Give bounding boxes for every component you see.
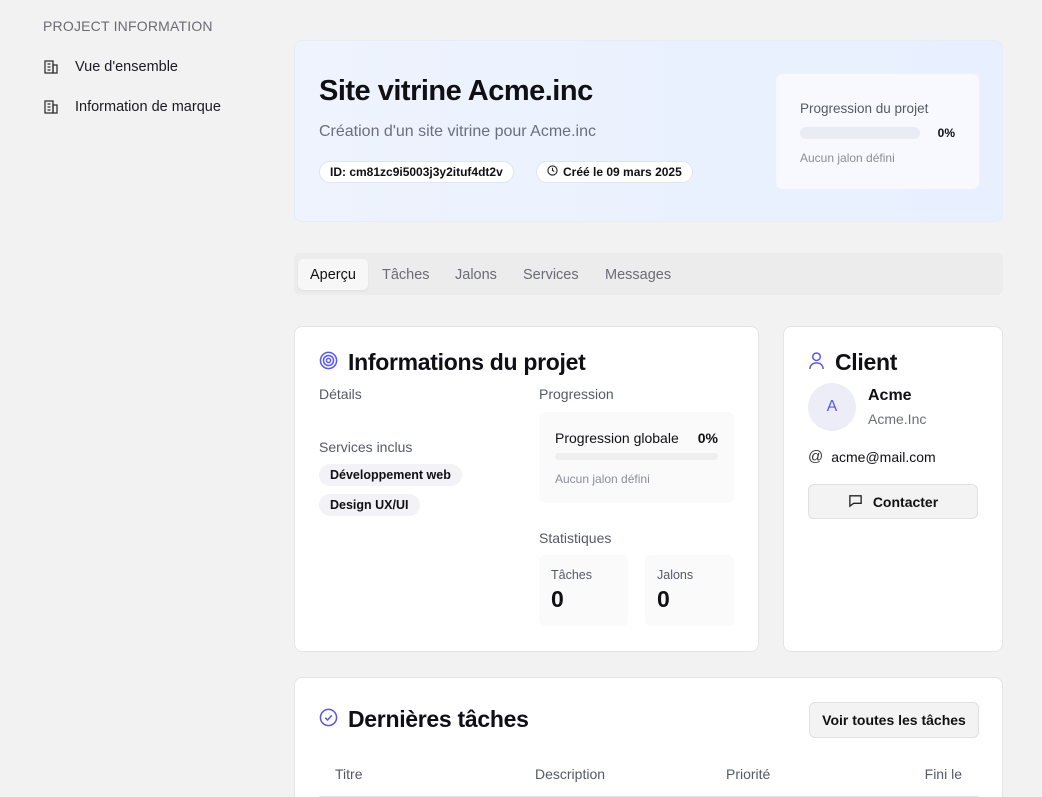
created-date-badge: Créé le 09 mars 2025 <box>536 161 693 183</box>
tab-overview[interactable]: Aperçu <box>298 259 368 290</box>
service-chip: Design UX/UI <box>319 494 420 516</box>
clock-icon <box>547 165 558 179</box>
global-progress-percent: 0% <box>697 430 718 446</box>
building-icon <box>43 99 59 115</box>
sidebar-item-brand[interactable]: Information de marque <box>43 99 221 115</box>
column-header-title: Titre <box>335 766 363 782</box>
project-info-card: Informations du projet Détails Services … <box>294 326 759 652</box>
sidebar-item-overview[interactable]: Vue d'ensemble <box>43 59 178 75</box>
stat-milestones: Jalons 0 <box>645 555 734 626</box>
sidebar-item-label: Information de marque <box>75 99 221 115</box>
avatar-initial: A <box>826 398 838 415</box>
contact-label: Contacter <box>872 493 939 510</box>
latest-tasks-title-text: Dernières tâches <box>348 706 529 732</box>
project-id-label: ID: cm81zc9i5003j3y2ituf4dt2v <box>330 165 503 179</box>
column-header-description: Description <box>535 766 606 782</box>
client-card: Client A Acme Acme.Inc @ acme@mail.com C… <box>783 326 1003 652</box>
services-label: Services inclus <box>319 439 413 455</box>
tab-messages[interactable]: Messages <box>593 259 683 290</box>
latest-tasks-title: Dernières tâches <box>319 706 529 733</box>
target-icon <box>319 349 338 376</box>
client-company: Acme.Inc <box>868 411 927 427</box>
contact-button[interactable]: Contacter <box>808 484 978 519</box>
tab-tasks[interactable]: Tâches <box>370 259 442 290</box>
message-icon <box>848 493 863 511</box>
column-header-priority: Priorité <box>726 766 771 782</box>
client-email-row: @ acme@mail.com <box>808 448 936 465</box>
check-circle-icon <box>319 706 338 733</box>
stat-tasks: Tâches 0 <box>539 555 628 626</box>
stat-value: 0 <box>551 586 564 612</box>
project-id-badge: ID: cm81zc9i5003j3y2ituf4dt2v <box>319 161 514 183</box>
project-progress-card: Progression du projet 0% Aucun jalon déf… <box>775 73 980 190</box>
progress-note: Aucun jalon défini <box>800 151 895 165</box>
progress-percent: 0% <box>937 126 955 140</box>
client-title-text: Client <box>835 349 898 375</box>
column-header-done-date: Fini le <box>924 766 962 782</box>
created-date-label: Créé le 09 mars 2025 <box>563 165 682 179</box>
latest-tasks-card: Dernières tâches Voir toutes les tâches … <box>294 677 1003 797</box>
global-progress-note: Aucun jalon défini <box>555 472 650 486</box>
sidebar-title: PROJECT INFORMATION <box>43 18 213 34</box>
client-email[interactable]: acme@mail.com <box>831 449 935 465</box>
service-chip: Développement web <box>319 464 462 486</box>
stat-label: Jalons <box>657 568 694 582</box>
stat-value: 0 <box>657 586 670 612</box>
details-label: Détails <box>319 386 362 402</box>
at-icon: @ <box>808 448 824 465</box>
page-title: Site vitrine Acme.inc <box>319 75 593 107</box>
user-icon <box>808 349 825 376</box>
project-header: Site vitrine Acme.inc Création d'un site… <box>294 40 1003 222</box>
tab-services[interactable]: Services <box>511 259 591 290</box>
view-all-tasks-button[interactable]: Voir toutes les tâches <box>809 702 979 738</box>
global-progress-label: Progression globale <box>555 430 679 446</box>
sidebar-item-label: Vue d'ensemble <box>75 59 178 75</box>
tab-bar: Aperçu Tâches Jalons Services Messages <box>294 253 1003 295</box>
tab-milestones[interactable]: Jalons <box>443 259 509 290</box>
project-info-title: Informations du projet <box>319 349 586 376</box>
progress-label: Progression du projet <box>800 101 929 116</box>
progress-bar <box>800 127 920 139</box>
page-subtitle: Création d'un site vitrine pour Acme.inc <box>319 123 596 140</box>
statistics-label: Statistiques <box>539 530 612 546</box>
avatar: A <box>808 383 856 431</box>
stat-label: Tâches <box>551 568 592 582</box>
progression-label: Progression <box>539 386 614 402</box>
project-info-title-text: Informations du projet <box>348 349 586 375</box>
global-progress-bar <box>555 453 718 460</box>
client-name: Acme <box>868 387 912 404</box>
building-icon <box>43 59 59 75</box>
global-progress-box: Progression globale 0% Aucun jalon défin… <box>539 412 734 503</box>
client-title: Client <box>808 349 897 376</box>
